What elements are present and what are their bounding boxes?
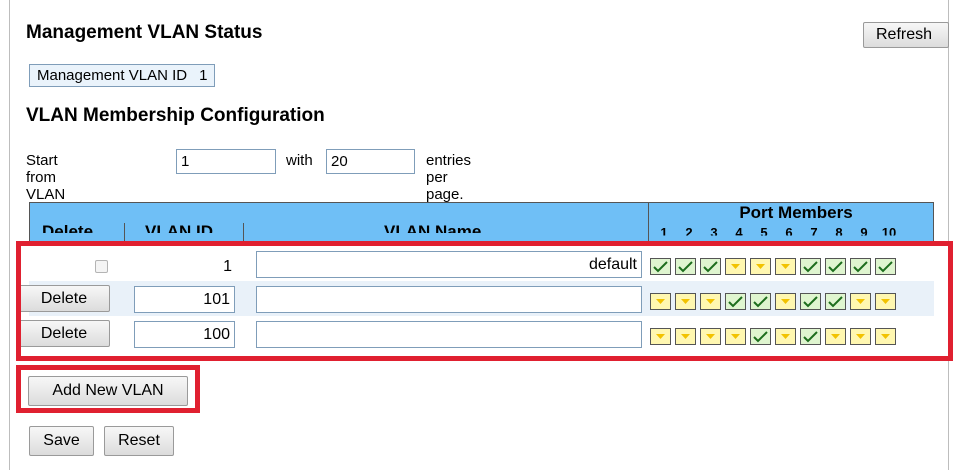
triangle-down-icon [656,333,665,339]
table-row: 1 [29,246,934,281]
port-member-toggle[interactable] [750,293,771,310]
port-member-toggle[interactable] [850,328,871,345]
triangle-down-icon [881,333,890,339]
port-member-toggle[interactable] [775,258,796,275]
with-label: with [286,152,313,169]
port-member-toggle[interactable] [800,293,821,310]
port-member-toggle[interactable] [800,328,821,345]
vlan-name-input[interactable] [256,286,642,313]
save-button[interactable]: Save [29,426,94,456]
triangle-down-icon [856,298,865,304]
check-icon [878,260,893,272]
triangle-down-icon [756,263,765,269]
entries-per-page-input[interactable] [326,149,415,174]
triangle-down-icon [881,298,890,304]
port-member-toggle[interactable] [700,328,721,345]
port-member-toggle[interactable] [750,258,771,275]
port-members [650,258,896,275]
check-icon [703,260,718,272]
management-vlan-status-title: Management VLAN Status [26,22,263,43]
port-member-toggle[interactable] [675,328,696,345]
table-row: Delete [18,281,934,316]
check-icon [803,330,818,342]
management-vlan-id-label: Management VLAN ID [37,67,188,84]
port-member-toggle[interactable] [850,258,871,275]
port-member-toggle[interactable] [675,293,696,310]
triangle-down-icon [856,333,865,339]
entries-per-page-label: entries per page. [426,152,472,203]
port-member-toggle[interactable] [875,258,896,275]
triangle-down-icon [706,333,715,339]
port-member-toggle[interactable] [825,258,846,275]
check-icon [803,295,818,307]
start-vlan-input[interactable] [176,149,276,174]
port-member-toggle[interactable] [825,328,846,345]
reset-button[interactable]: Reset [104,426,174,456]
port-member-toggle[interactable] [800,258,821,275]
check-icon [678,260,693,272]
port-member-toggle[interactable] [725,328,746,345]
vlan-id-input[interactable] [134,286,235,313]
table-row: Delete [18,316,934,351]
triangle-down-icon [781,298,790,304]
triangle-down-icon [781,263,790,269]
port-members [650,328,896,345]
refresh-button[interactable]: Refresh [863,22,949,48]
port-member-toggle[interactable] [775,328,796,345]
port-member-toggle[interactable] [875,328,896,345]
check-icon [653,260,668,272]
triangle-down-icon [731,263,740,269]
check-icon [853,260,868,272]
delete-button[interactable]: Delete [18,320,110,347]
port-member-toggle[interactable] [775,293,796,310]
delete-checkbox-disabled [95,260,108,273]
port-member-toggle[interactable] [725,293,746,310]
vlan-name-input[interactable] [256,251,642,278]
port-member-toggle[interactable] [825,293,846,310]
add-new-vlan-button[interactable]: Add New VLAN [28,376,188,406]
port-member-toggle[interactable] [700,258,721,275]
triangle-down-icon [681,298,690,304]
port-member-toggle[interactable] [650,258,671,275]
port-member-toggle[interactable] [750,328,771,345]
port-member-toggle[interactable] [725,258,746,275]
check-icon [828,260,843,272]
triangle-down-icon [656,298,665,304]
port-member-toggle[interactable] [875,293,896,310]
port-member-toggle[interactable] [675,258,696,275]
management-vlan-id-box: Management VLAN ID 1 [29,64,216,87]
vlan-table-body: 1 Delete Delete [18,246,934,352]
triangle-down-icon [731,333,740,339]
port-member-toggle[interactable] [850,293,871,310]
port-members-header: Port Members [739,203,853,222]
check-icon [728,295,743,307]
check-icon [753,330,768,342]
vlan-membership-title: VLAN Membership Configuration [26,105,325,126]
management-vlan-id-value: 1 [199,67,208,84]
port-members [650,293,896,310]
check-icon [753,295,768,307]
vlan-id-value: 1 [223,258,232,275]
port-member-toggle[interactable] [700,293,721,310]
port-member-toggle[interactable] [650,328,671,345]
port-member-toggle[interactable] [650,293,671,310]
triangle-down-icon [831,333,840,339]
triangle-down-icon [706,298,715,304]
check-icon [828,295,843,307]
triangle-down-icon [681,333,690,339]
delete-button[interactable]: Delete [18,285,110,312]
start-from-label: Start from VLAN [26,152,66,203]
vlan-id-input[interactable] [134,321,235,348]
triangle-down-icon [781,333,790,339]
vlan-name-input[interactable] [256,321,642,348]
check-icon [803,260,818,272]
